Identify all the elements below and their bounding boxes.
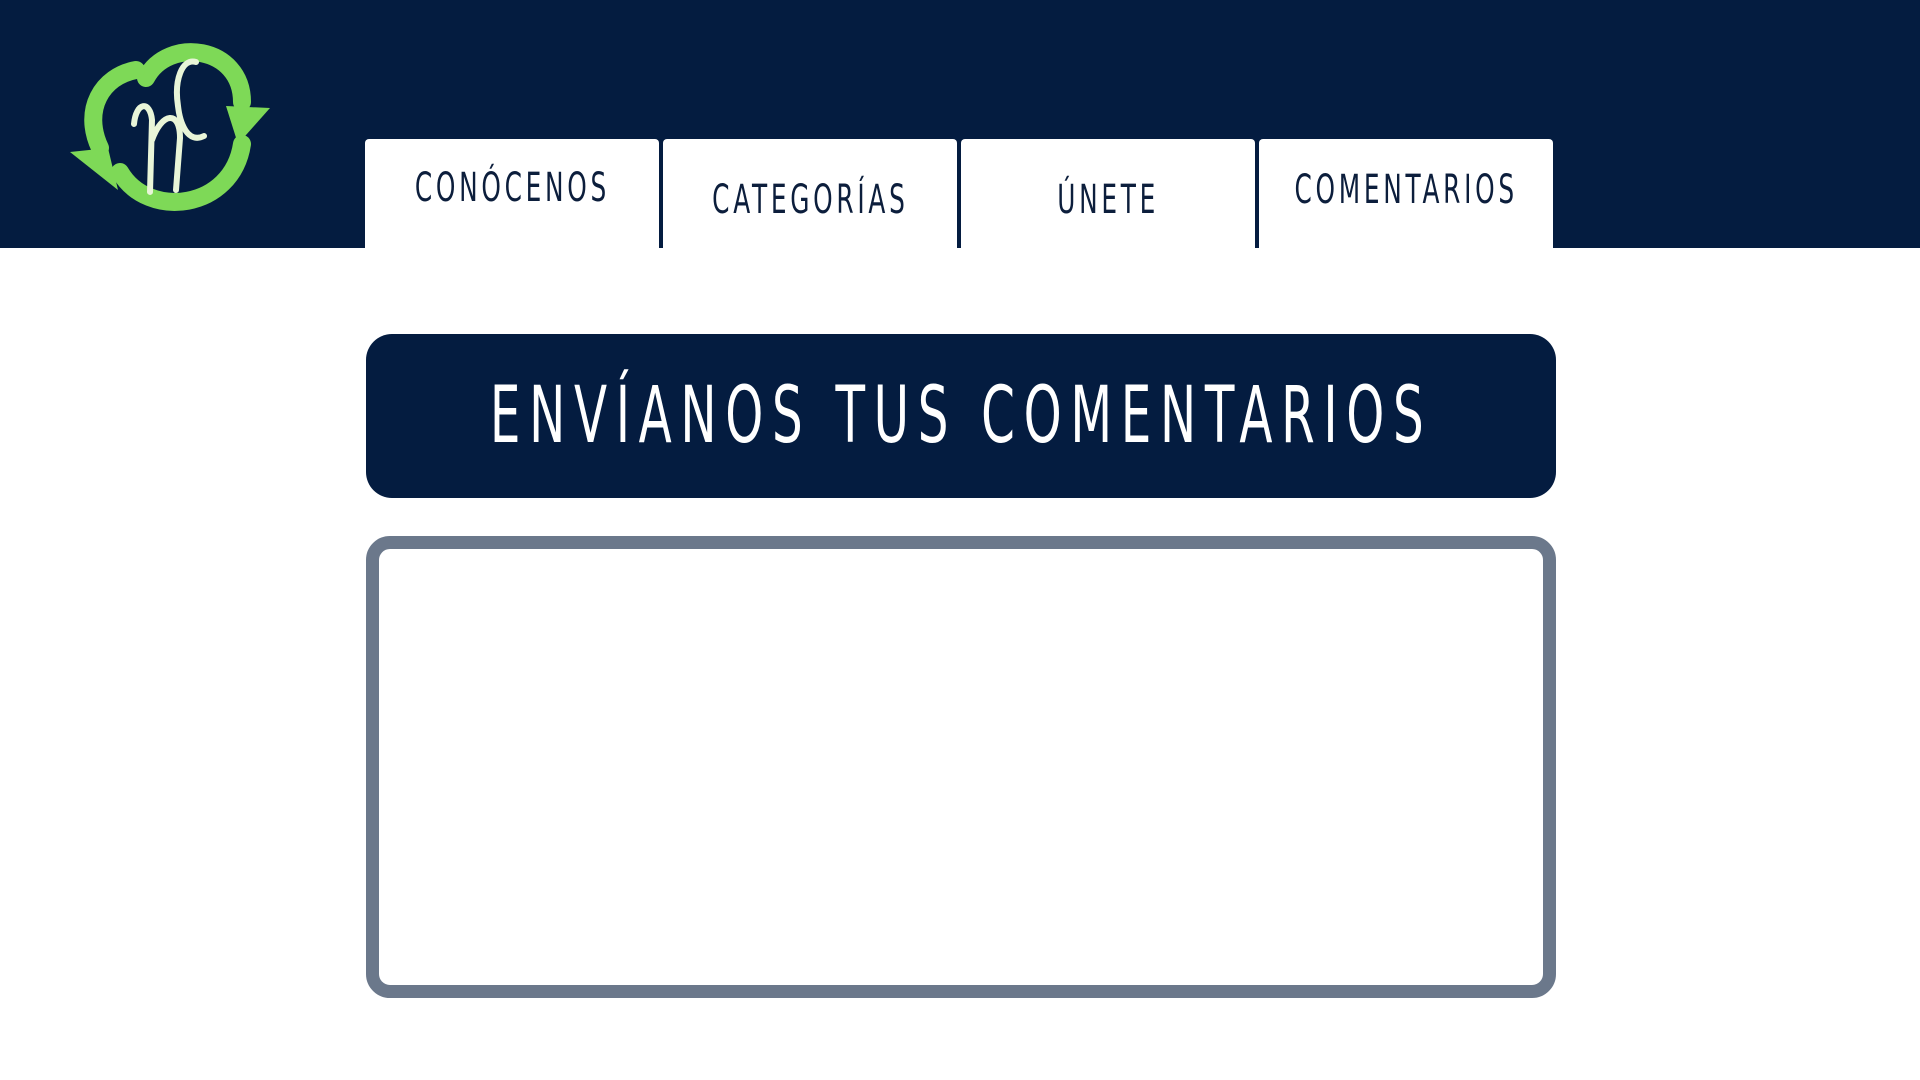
nav-tab-label: COMENTARIOS bbox=[1294, 166, 1518, 213]
nav-tab-label: ÚNETE bbox=[1057, 176, 1159, 223]
comment-textarea[interactable] bbox=[379, 549, 1543, 985]
recycle-logo-icon bbox=[70, 43, 270, 211]
nav-tab-conocenos[interactable]: CONÓCENOS bbox=[365, 139, 659, 248]
nav-tab-comentarios[interactable]: COMENTARIOS bbox=[1259, 139, 1553, 248]
page-title: ENVÍANOS TUS COMENTARIOS bbox=[489, 371, 1433, 461]
comment-box bbox=[366, 536, 1556, 998]
nav-tab-label: CATEGORÍAS bbox=[711, 176, 909, 223]
nav-tab-unete[interactable]: ÚNETE bbox=[961, 139, 1255, 248]
page: CONÓCENOS CATEGORÍAS ÚNETE COMENTARIOS E… bbox=[0, 0, 1920, 1080]
nav-tab-categorias[interactable]: CATEGORÍAS bbox=[663, 139, 957, 248]
nav-tab-label: CONÓCENOS bbox=[414, 164, 610, 211]
main-nav: CONÓCENOS CATEGORÍAS ÚNETE COMENTARIOS bbox=[365, 139, 1553, 248]
site-logo[interactable] bbox=[62, 40, 282, 220]
page-title-banner: ENVÍANOS TUS COMENTARIOS bbox=[366, 334, 1556, 498]
